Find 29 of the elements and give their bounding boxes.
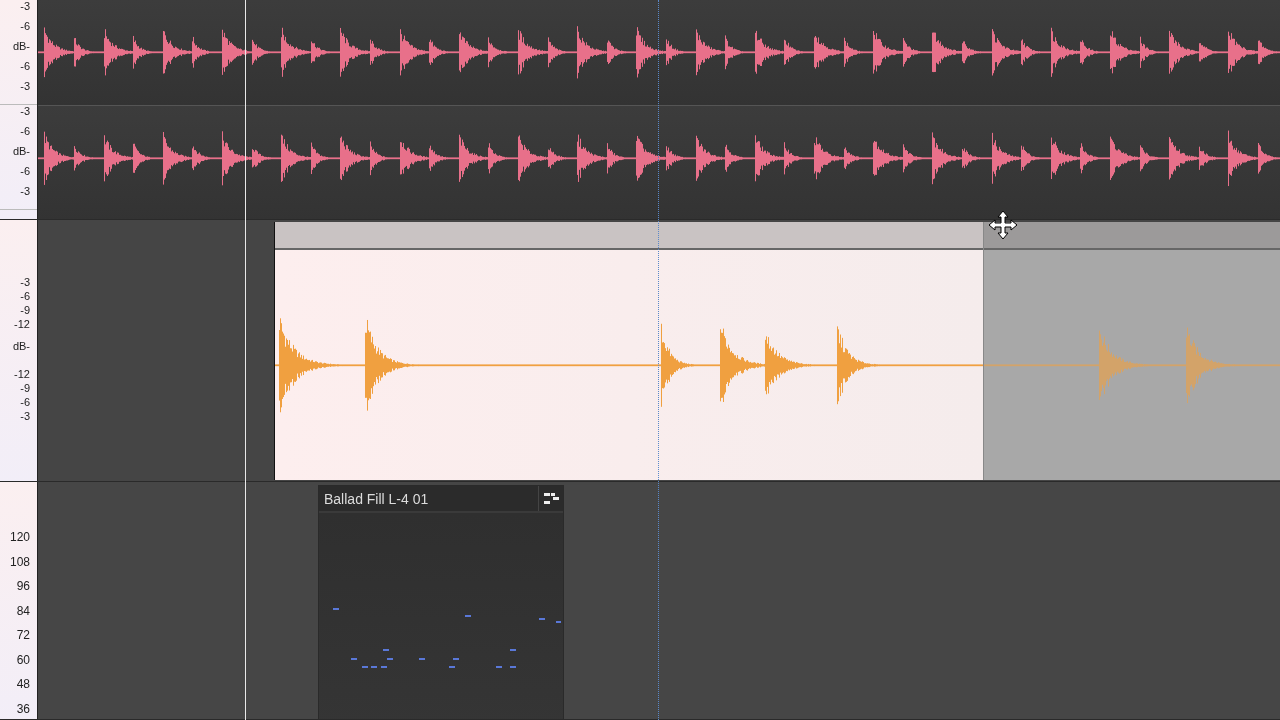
scale-label: dB- (12, 40, 30, 52)
clip-title: Ballad Fill L-4 01 (323, 490, 429, 507)
scale-label: -3 (20, 185, 30, 197)
scale-label: -6 (20, 125, 30, 137)
scale-label: -3 (20, 80, 30, 92)
scale-label: -6 (20, 165, 30, 177)
scale-label: -6 (20, 60, 30, 72)
scale-label: -6 (20, 20, 30, 32)
scale-label: dB- (12, 340, 30, 354)
scale-label: -3 (20, 410, 30, 424)
scale-label: 120 (9, 531, 30, 546)
scale-label: -6 (20, 290, 30, 304)
scale-label: 60 (16, 653, 30, 669)
move-cursor-icon (988, 210, 1018, 240)
scale-label: dB- (12, 145, 30, 157)
scale-label: -3 (20, 105, 30, 117)
scale-label: -12 (14, 368, 30, 382)
scale-label: 108 (9, 555, 30, 571)
scale-label: 72 (16, 629, 30, 644)
scale-label: -6 (20, 396, 30, 410)
scale-label: -3 (20, 276, 30, 290)
scale-label: 48 (16, 678, 30, 693)
scale-label: 96 (16, 580, 30, 595)
scale-label: -9 (20, 382, 30, 396)
scale-label: 84 (16, 604, 30, 620)
scale-label: -12 (14, 318, 30, 332)
scale-label: -9 (20, 304, 30, 318)
scale-label: 36 (16, 702, 30, 718)
scale-label: -3 (20, 0, 30, 12)
